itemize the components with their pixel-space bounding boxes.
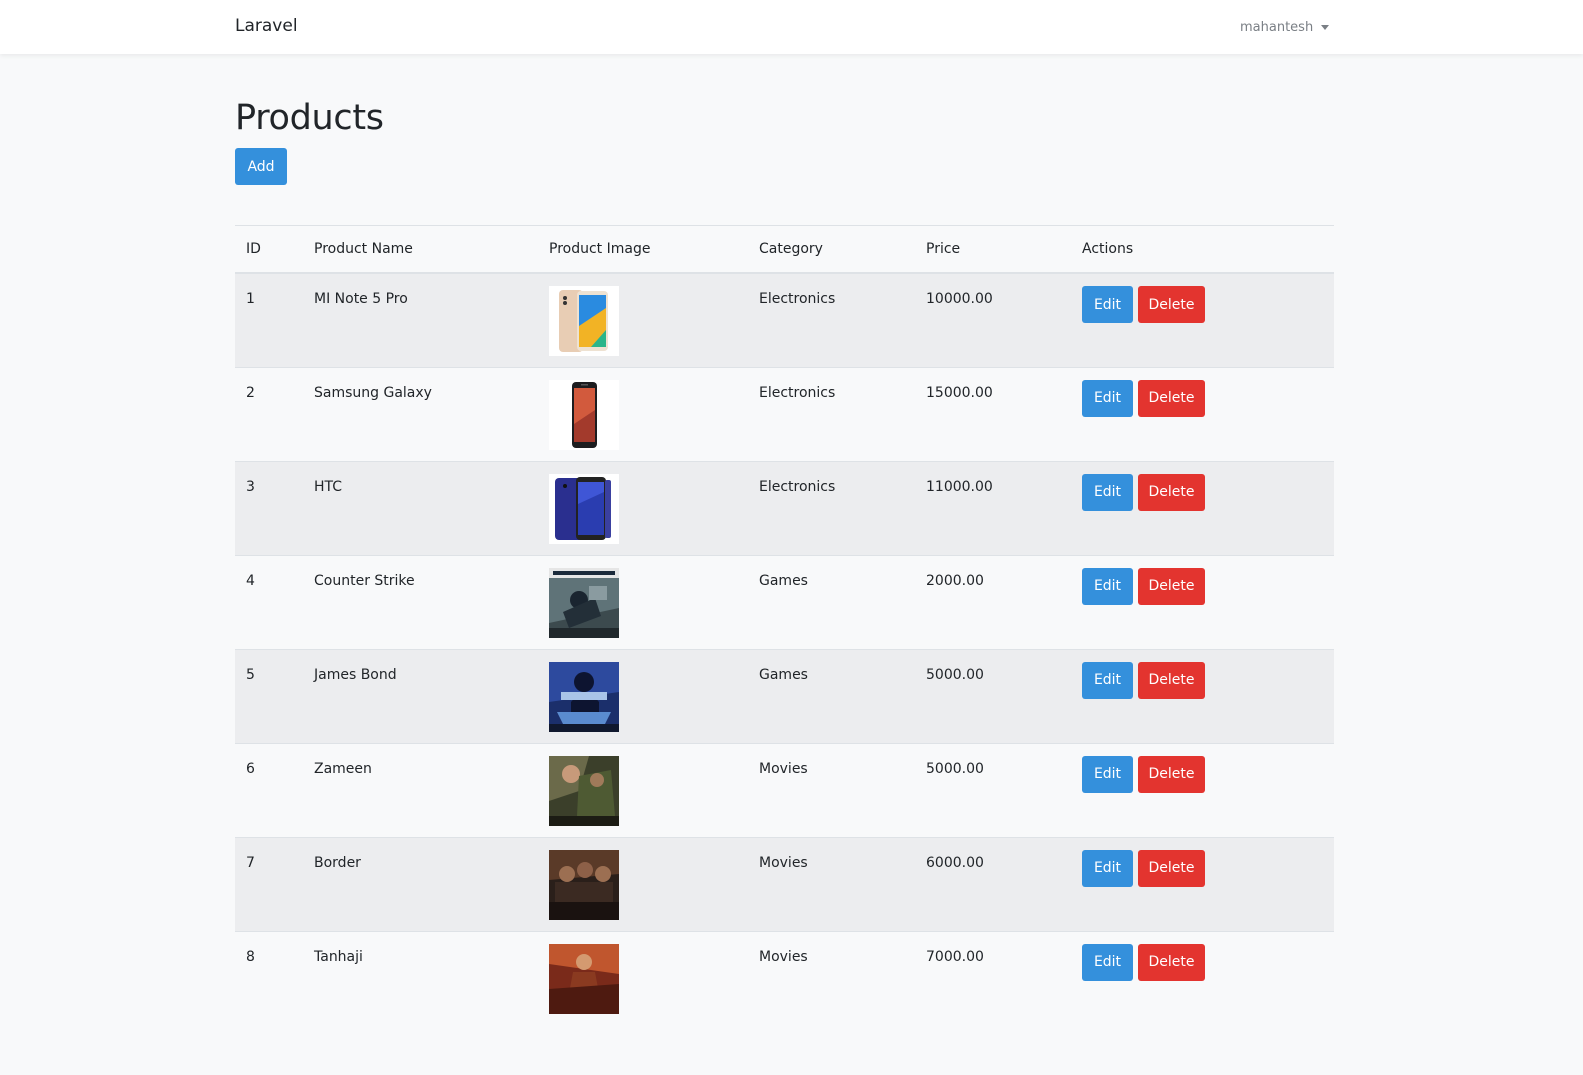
delete-button[interactable]: Delete	[1138, 567, 1205, 605]
delete-button[interactable]: Delete	[1138, 943, 1205, 981]
cell-product-name: HTC	[303, 460, 538, 555]
cell-category: Electronics	[748, 460, 915, 555]
table-row: 2 Samsung Galaxy Electronics 15000.00 Ed…	[235, 366, 1334, 461]
cell-product-name: Counter Strike	[303, 554, 538, 649]
delete-button[interactable]: Delete	[1138, 661, 1205, 699]
edit-button[interactable]: Edit	[1082, 661, 1133, 699]
header-product-name: Product Name	[303, 226, 538, 274]
product-image	[549, 379, 619, 450]
products-table: ID Product Name Product Image Category P…	[235, 226, 1334, 1025]
cell-id: 2	[235, 366, 303, 461]
user-name: mahantesh	[1240, 20, 1314, 35]
chevron-down-icon	[1321, 25, 1330, 30]
cell-id: 4	[235, 554, 303, 649]
cell-category: Movies	[748, 742, 915, 837]
cell-price: 5000.00	[915, 742, 1071, 837]
product-image	[549, 286, 619, 356]
cell-category: Games	[748, 648, 915, 743]
delete-button[interactable]: Delete	[1138, 286, 1205, 323]
cell-price: 10000.00	[915, 272, 1071, 367]
table-row: 8 Tanhaji Movies 7000.00 Edit Delete	[235, 930, 1334, 1025]
product-image	[549, 661, 619, 732]
cell-id: 3	[235, 460, 303, 555]
cell-category: Electronics	[748, 272, 915, 367]
cell-product-name: Samsung Galaxy	[303, 366, 538, 461]
edit-button[interactable]: Edit	[1082, 286, 1133, 323]
product-image	[549, 473, 619, 544]
cell-product-name: Tanhaji	[303, 930, 538, 1025]
product-image	[549, 567, 619, 638]
delete-button[interactable]: Delete	[1138, 849, 1205, 887]
header-price: Price	[915, 226, 1071, 274]
cell-price: 7000.00	[915, 930, 1071, 1025]
delete-button[interactable]: Delete	[1138, 379, 1205, 417]
brand-link[interactable]: Laravel	[235, 16, 298, 36]
product-image	[549, 849, 619, 920]
cell-product-name: James Bond	[303, 648, 538, 743]
edit-button[interactable]: Edit	[1082, 473, 1133, 511]
header-product-image: Product Image	[538, 226, 748, 274]
cell-id: 8	[235, 930, 303, 1025]
cell-product-name: Border	[303, 836, 538, 931]
cell-product-name: MI Note 5 Pro	[303, 272, 538, 367]
products-table-container: ID Product Name Product Image Category P…	[235, 225, 1334, 1025]
cell-price: 15000.00	[915, 366, 1071, 461]
cell-id: 7	[235, 836, 303, 931]
cell-category: Electronics	[748, 366, 915, 461]
table-row: 3 HTC Electronics 11000.00 Edit Delete	[235, 460, 1334, 555]
add-product-button[interactable]: Add	[235, 148, 287, 185]
table-header-row: ID Product Name Product Image Category P…	[235, 226, 1334, 274]
table-row: 4 Counter Strike Games 2000.00 Edit Dele…	[235, 554, 1334, 649]
edit-button[interactable]: Edit	[1082, 755, 1133, 793]
product-image	[549, 755, 619, 826]
header-actions: Actions	[1071, 226, 1334, 274]
cell-id: 5	[235, 648, 303, 743]
cell-category: Games	[748, 554, 915, 649]
table-row: 1 MI Note 5 Pro Electronics 10000.00 Edi…	[235, 272, 1334, 367]
cell-category: Movies	[748, 930, 915, 1025]
header-id: ID	[235, 226, 303, 274]
header-category: Category	[748, 226, 915, 274]
cell-price: 11000.00	[915, 460, 1071, 555]
cell-product-name: Zameen	[303, 742, 538, 837]
product-image	[549, 943, 619, 1014]
edit-button[interactable]: Edit	[1082, 379, 1133, 417]
cell-price: 5000.00	[915, 648, 1071, 743]
edit-button[interactable]: Edit	[1082, 849, 1133, 887]
table-row: 6 Zameen Movies 5000.00 Edit Delete	[235, 742, 1334, 837]
cell-id: 6	[235, 742, 303, 837]
user-dropdown[interactable]: mahantesh	[1240, 20, 1330, 35]
cell-id: 1	[235, 272, 303, 367]
cell-category: Movies	[748, 836, 915, 931]
table-row: 7 Border Movies 6000.00 Edit Delete	[235, 836, 1334, 931]
edit-button[interactable]: Edit	[1082, 567, 1133, 605]
table-row: 5 James Bond Games 5000.00 Edit Delete	[235, 648, 1334, 743]
edit-button[interactable]: Edit	[1082, 943, 1133, 981]
top-navbar: Laravel mahantesh	[0, 0, 1583, 54]
cell-price: 2000.00	[915, 554, 1071, 649]
cell-price: 6000.00	[915, 836, 1071, 931]
delete-button[interactable]: Delete	[1138, 473, 1205, 511]
delete-button[interactable]: Delete	[1138, 755, 1205, 793]
page-title: Products	[235, 98, 384, 138]
